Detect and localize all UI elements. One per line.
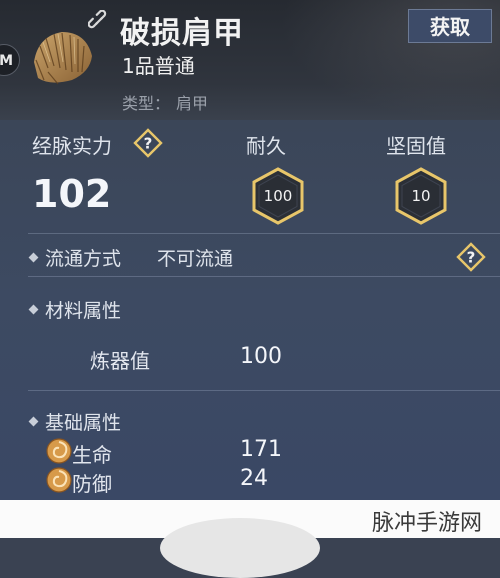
- refine-label: 炼器值: [90, 349, 150, 373]
- item-name: 破损肩甲: [120, 16, 244, 51]
- power-label: 经脉实力: [32, 134, 112, 158]
- item-type-value: 肩甲: [176, 94, 209, 113]
- svg-text:?: ?: [467, 249, 476, 267]
- base-title: 基础属性: [45, 412, 122, 434]
- attr-value-def: 24: [240, 466, 268, 491]
- attribute-swirl-icon: [46, 438, 72, 464]
- divider: [28, 390, 500, 391]
- firmness-label: 坚固值: [386, 134, 446, 158]
- firmness-value: 10: [411, 187, 431, 205]
- attr-label-hp: 生命: [72, 443, 112, 467]
- base-section-title: 基础属性: [28, 408, 122, 435]
- durability-label: 耐久: [246, 134, 286, 158]
- get-button[interactable]: 获取: [408, 9, 492, 43]
- circulation-label: 流通方式: [45, 248, 122, 270]
- svg-text:?: ?: [144, 135, 153, 153]
- item-quality: 1品普通: [122, 54, 195, 78]
- footer-shape: [160, 518, 320, 578]
- bullet-diamond-icon: [28, 416, 39, 427]
- refine-value: 100: [240, 344, 282, 369]
- durability-value: 100: [263, 187, 293, 205]
- attribute-swirl-icon: [46, 467, 72, 493]
- item-type-label: 类型：: [122, 94, 171, 113]
- material-section-title: 材料属性: [28, 296, 122, 323]
- circulation-value: 不可流通: [157, 248, 234, 270]
- item-detail-panel: M 破损肩甲 1品普通 类型： 肩甲 获取 经脉实力 ? 102 耐久 100 …: [0, 0, 500, 500]
- item-type-row: 类型： 肩甲: [122, 90, 214, 114]
- circulation-row: 流通方式: [28, 244, 122, 271]
- attr-label-def: 防御: [72, 472, 112, 496]
- power-value: 102: [32, 172, 112, 216]
- link-icon[interactable]: [88, 10, 110, 32]
- bullet-diamond-icon: [28, 304, 39, 315]
- watermark-text: 脉冲手游网: [372, 511, 483, 536]
- divider: [28, 233, 500, 234]
- divider: [28, 276, 500, 277]
- material-title: 材料属性: [45, 300, 122, 322]
- power-help-icon[interactable]: ?: [133, 128, 163, 158]
- circulation-help-icon[interactable]: ?: [456, 242, 486, 272]
- item-shoulder-armor-icon: [34, 32, 92, 85]
- bullet-diamond-icon: [28, 252, 39, 263]
- attr-value-hp: 171: [240, 437, 282, 462]
